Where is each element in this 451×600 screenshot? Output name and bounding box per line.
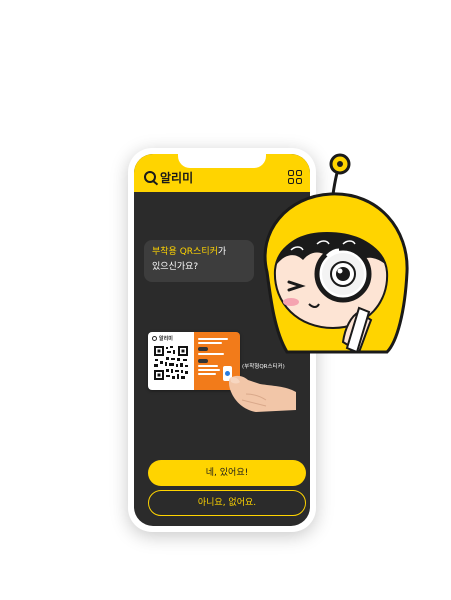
qr-code-icon: [153, 345, 189, 381]
sticker-brand: 알리미: [152, 335, 173, 342]
sticker-text-line: [198, 369, 220, 371]
chat-line-2: 있으신가요?: [152, 262, 199, 272]
mascot-magnifier-illustration: [263, 153, 409, 354]
sticker-text-line: [198, 338, 228, 340]
sticker-brand-name: 알리미: [159, 336, 173, 342]
sticker-tag: [198, 347, 208, 351]
sticker-text-line: [198, 373, 216, 375]
sticker-text-line: [198, 342, 222, 344]
chat-line-1: 부착용 QR스티커가: [152, 245, 246, 260]
sticker-logo-icon: [152, 336, 157, 341]
sticker-text-line: [198, 353, 224, 355]
sticker-text-line: [198, 365, 218, 367]
app-brand-name: 알리미: [160, 170, 194, 185]
logo-q-icon: [144, 171, 156, 183]
sticker-tag: [198, 359, 208, 363]
app-logo[interactable]: 알리미: [144, 168, 193, 186]
sticker-white-panel: 알리미: [148, 332, 194, 390]
hand-illustration: [228, 375, 296, 412]
chat-highlight: 부착용 QR스티커: [152, 247, 218, 257]
no-button[interactable]: 아니요, 없어요.: [148, 490, 306, 516]
yes-button[interactable]: 네, 있어요!: [148, 460, 306, 486]
sticker-caption: (부착형QR스티커): [242, 364, 285, 370]
chat-text-rest: 가: [217, 247, 227, 257]
chat-bubble: 부착용 QR스티커가 있으신가요?: [144, 240, 254, 282]
